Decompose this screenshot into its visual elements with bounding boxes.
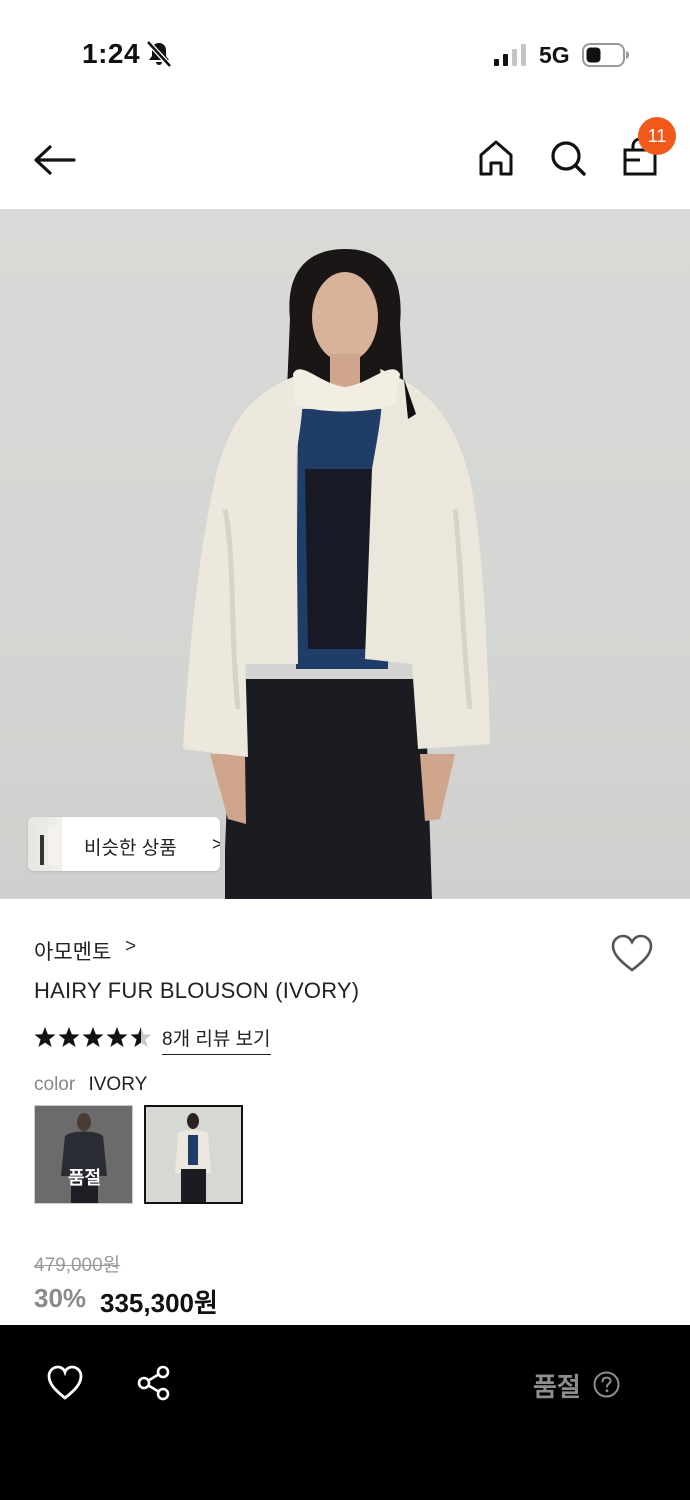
color-swatch-ivory[interactable] (144, 1105, 243, 1204)
heart-icon[interactable] (46, 1365, 84, 1401)
swatch-soldout-label: 품절 (67, 1168, 102, 1188)
product-name: HAIRY FUR BLOUSON (IVORY) (34, 978, 360, 1003)
similar-products-label: 비슷한 상품 (84, 838, 177, 859)
back-arrow-icon[interactable] (30, 140, 80, 180)
swatch-model-image (146, 1107, 241, 1202)
model-illustration (183, 249, 490, 899)
battery-icon (582, 43, 629, 67)
color-value: IVORY (88, 1074, 148, 1095)
final-price: 335,300원 (100, 1288, 218, 1318)
signal-icon (494, 44, 526, 66)
color-label: color (34, 1074, 76, 1095)
similar-products-button[interactable]: 비슷한 상품 > (28, 817, 220, 871)
brand-link[interactable]: 아모멘토 (34, 936, 111, 966)
bell-muted-icon (146, 40, 172, 68)
share-icon[interactable] (136, 1365, 172, 1401)
product-photo[interactable] (0, 209, 690, 899)
search-icon[interactable] (548, 136, 588, 180)
discount-rate: 30% (34, 1283, 87, 1313)
top-nav (0, 110, 690, 210)
home-icon[interactable] (476, 136, 516, 180)
status-time: 1:24 (82, 38, 141, 69)
review-link[interactable]: 8개 리뷰 보기 (162, 1024, 271, 1055)
rating-stars (34, 1027, 152, 1047)
bottom-action-bar: 품절 (0, 1325, 690, 1500)
chevron-right-icon: > (212, 834, 220, 854)
rating-row: 8개 리뷰 보기 (34, 1024, 334, 1055)
soldout-button[interactable]: 품절 (533, 1367, 581, 1404)
original-price: 479,000원 (34, 1255, 121, 1276)
color-swatch-soldout[interactable]: 품절 (34, 1105, 133, 1204)
help-circle-icon[interactable] (593, 1371, 620, 1398)
network-label: 5G (539, 42, 570, 68)
status-bar: 1:24 5G (0, 0, 690, 110)
cart-count-badge: 11 (638, 117, 676, 155)
color-row: color IVORY (34, 1074, 147, 1096)
heart-icon[interactable] (610, 934, 654, 974)
similar-thumbnail (28, 817, 62, 871)
chevron-right-icon: > (125, 936, 137, 957)
